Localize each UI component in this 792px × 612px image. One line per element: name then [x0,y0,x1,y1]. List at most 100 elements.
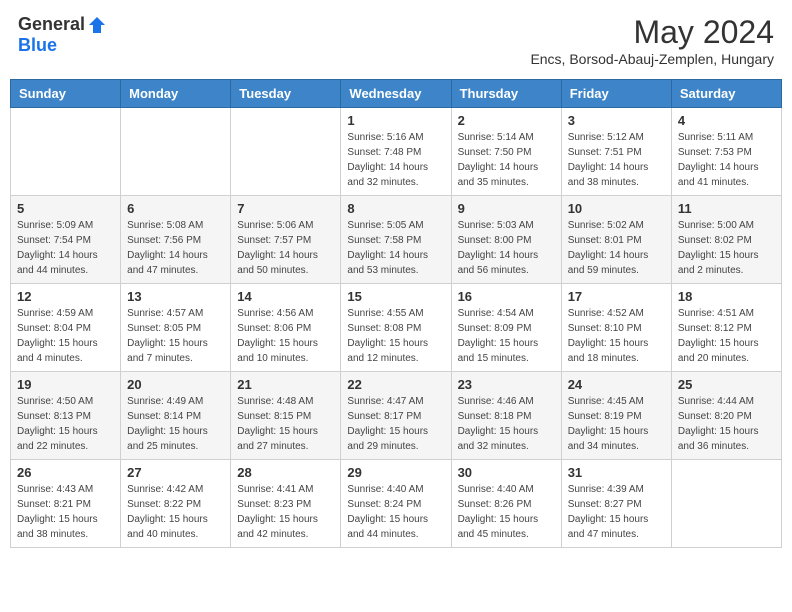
day-number: 27 [127,465,224,480]
day-info: Sunrise: 4:44 AM Sunset: 8:20 PM Dayligh… [678,394,775,454]
day-info: Sunrise: 5:14 AM Sunset: 7:50 PM Dayligh… [458,130,555,190]
day-info: Sunrise: 4:47 AM Sunset: 8:17 PM Dayligh… [347,394,444,454]
day-info: Sunrise: 4:57 AM Sunset: 8:05 PM Dayligh… [127,306,224,366]
calendar-cell: 11 Sunrise: 5:00 AM Sunset: 8:02 PM Dayli… [671,196,781,284]
day-info: Sunrise: 4:40 AM Sunset: 8:26 PM Dayligh… [458,482,555,542]
day-number: 4 [678,113,775,128]
day-number: 17 [568,289,665,304]
calendar-cell: 10Sunrise: 5:02 AM Sunset: 8:01 PM Dayli… [561,196,671,284]
calendar-cell: 9Sunrise: 5:03 AM Sunset: 8:00 PM Daylig… [451,196,561,284]
calendar-cell: 8 Sunrise: 5:05 AM Sunset: 7:58 PM Daylig… [341,196,451,284]
day-number: 21 [237,377,334,392]
calendar-cell [121,108,231,196]
day-number: 19 [17,377,114,392]
day-info: Sunrise: 4:50 AM Sunset: 8:13 PM Dayligh… [17,394,114,454]
day-number: 30 [458,465,555,480]
calendar-cell: 24Sunrise: 4:45 AM Sunset: 8:19 PM Dayli… [561,372,671,460]
calendar-cell: 25 Sunrise: 4:44 AM Sunset: 8:20 PM Dayli… [671,372,781,460]
calendar-cell: 27 Sunrise: 4:42 AM Sunset: 8:22 PM Dayli… [121,460,231,548]
calendar-week-row: 5 Sunrise: 5:09 AM Sunset: 7:54 PM Daylig… [11,196,782,284]
day-info: Sunrise: 4:56 AM Sunset: 8:06 PM Dayligh… [237,306,334,366]
day-info: Sunrise: 5:05 AM Sunset: 7:58 PM Dayligh… [347,218,444,278]
day-info: Sunrise: 5:00 AM Sunset: 8:02 PM Dayligh… [678,218,775,278]
day-number: 15 [347,289,444,304]
day-number: 11 [678,201,775,216]
day-number: 7 [237,201,334,216]
day-number: 8 [347,201,444,216]
day-number: 20 [127,377,224,392]
calendar-cell: 31Sunrise: 4:39 AM Sunset: 8:27 PM Dayli… [561,460,671,548]
calendar-table: SundayMondayTuesdayWednesdayThursdayFrid… [10,79,782,548]
calendar-header-friday: Friday [561,80,671,108]
day-info: Sunrise: 5:11 AM Sunset: 7:53 PM Dayligh… [678,130,775,190]
day-number: 3 [568,113,665,128]
day-info: Sunrise: 4:39 AM Sunset: 8:27 PM Dayligh… [568,482,665,542]
day-info: Sunrise: 4:59 AM Sunset: 8:04 PM Dayligh… [17,306,114,366]
day-info: Sunrise: 4:55 AM Sunset: 8:08 PM Dayligh… [347,306,444,366]
day-number: 28 [237,465,334,480]
calendar-cell: 18Sunrise: 4:51 AM Sunset: 8:12 PM Dayli… [671,284,781,372]
calendar-cell: 28 Sunrise: 4:41 AM Sunset: 8:23 PM Dayli… [231,460,341,548]
calendar-cell: 2Sunrise: 5:14 AM Sunset: 7:50 PM Daylig… [451,108,561,196]
calendar-cell: 4 Sunrise: 5:11 AM Sunset: 7:53 PM Daylig… [671,108,781,196]
calendar-cell: 19 Sunrise: 4:50 AM Sunset: 8:13 PM Dayli… [11,372,121,460]
calendar-header-thursday: Thursday [451,80,561,108]
calendar-cell: 17 Sunrise: 4:52 AM Sunset: 8:10 PM Dayli… [561,284,671,372]
day-number: 16 [458,289,555,304]
day-number: 25 [678,377,775,392]
day-number: 22 [347,377,444,392]
page-header: General Blue May 2024 Encs, Borsod-Abauj… [10,10,782,71]
day-info: Sunrise: 4:54 AM Sunset: 8:09 PM Dayligh… [458,306,555,366]
calendar-cell: 1 Sunrise: 5:16 AM Sunset: 7:48 PM Daylig… [341,108,451,196]
day-info: Sunrise: 4:45 AM Sunset: 8:19 PM Dayligh… [568,394,665,454]
calendar-cell: 26 Sunrise: 4:43 AM Sunset: 8:21 PM Dayli… [11,460,121,548]
day-number: 6 [127,201,224,216]
calendar-cell: 23Sunrise: 4:46 AM Sunset: 8:18 PM Dayli… [451,372,561,460]
location-text: Encs, Borsod-Abauj-Zemplen, Hungary [530,51,774,67]
day-info: Sunrise: 5:08 AM Sunset: 7:56 PM Dayligh… [127,218,224,278]
calendar-cell: 6 Sunrise: 5:08 AM Sunset: 7:56 PM Daylig… [121,196,231,284]
day-info: Sunrise: 4:51 AM Sunset: 8:12 PM Dayligh… [678,306,775,366]
calendar-cell: 16 Sunrise: 4:54 AM Sunset: 8:09 PM Dayli… [451,284,561,372]
calendar-cell [11,108,121,196]
calendar-cell: 3 Sunrise: 5:12 AM Sunset: 7:51 PM Daylig… [561,108,671,196]
calendar-cell: 13 Sunrise: 4:57 AM Sunset: 8:05 PM Dayli… [121,284,231,372]
day-info: Sunrise: 5:16 AM Sunset: 7:48 PM Dayligh… [347,130,444,190]
calendar-week-row: 1 Sunrise: 5:16 AM Sunset: 7:48 PM Daylig… [11,108,782,196]
logo: General Blue [18,14,107,56]
calendar-cell: 5 Sunrise: 5:09 AM Sunset: 7:54 PM Daylig… [11,196,121,284]
calendar-cell: 30 Sunrise: 4:40 AM Sunset: 8:26 PM Dayli… [451,460,561,548]
day-number: 26 [17,465,114,480]
day-info: Sunrise: 5:12 AM Sunset: 7:51 PM Dayligh… [568,130,665,190]
title-section: May 2024 Encs, Borsod-Abauj-Zemplen, Hun… [530,14,774,67]
calendar-cell: 12Sunrise: 4:59 AM Sunset: 8:04 PM Dayli… [11,284,121,372]
calendar-header-row: SundayMondayTuesdayWednesdayThursdayFrid… [11,80,782,108]
day-number: 14 [237,289,334,304]
calendar-header-sunday: Sunday [11,80,121,108]
day-info: Sunrise: 5:03 AM Sunset: 8:00 PM Dayligh… [458,218,555,278]
day-info: Sunrise: 4:52 AM Sunset: 8:10 PM Dayligh… [568,306,665,366]
day-number: 1 [347,113,444,128]
calendar-cell: 14 Sunrise: 4:56 AM Sunset: 8:06 PM Dayli… [231,284,341,372]
calendar-cell: 22 Sunrise: 4:47 AM Sunset: 8:17 PM Dayli… [341,372,451,460]
day-info: Sunrise: 5:02 AM Sunset: 8:01 PM Dayligh… [568,218,665,278]
logo-icon [87,15,107,35]
calendar-cell: 7 Sunrise: 5:06 AM Sunset: 7:57 PM Daylig… [231,196,341,284]
day-number: 13 [127,289,224,304]
calendar-week-row: 19 Sunrise: 4:50 AM Sunset: 8:13 PM Dayli… [11,372,782,460]
calendar-cell: 15 Sunrise: 4:55 AM Sunset: 8:08 PM Dayli… [341,284,451,372]
calendar-cell [671,460,781,548]
calendar-week-row: 12Sunrise: 4:59 AM Sunset: 8:04 PM Dayli… [11,284,782,372]
day-info: Sunrise: 4:40 AM Sunset: 8:24 PM Dayligh… [347,482,444,542]
day-info: Sunrise: 5:09 AM Sunset: 7:54 PM Dayligh… [17,218,114,278]
day-number: 29 [347,465,444,480]
month-title: May 2024 [530,14,774,51]
day-info: Sunrise: 4:49 AM Sunset: 8:14 PM Dayligh… [127,394,224,454]
logo-general-text: General [18,14,85,35]
day-info: Sunrise: 4:43 AM Sunset: 8:21 PM Dayligh… [17,482,114,542]
calendar-header-monday: Monday [121,80,231,108]
day-number: 5 [17,201,114,216]
day-info: Sunrise: 4:41 AM Sunset: 8:23 PM Dayligh… [237,482,334,542]
day-info: Sunrise: 4:42 AM Sunset: 8:22 PM Dayligh… [127,482,224,542]
day-info: Sunrise: 5:06 AM Sunset: 7:57 PM Dayligh… [237,218,334,278]
